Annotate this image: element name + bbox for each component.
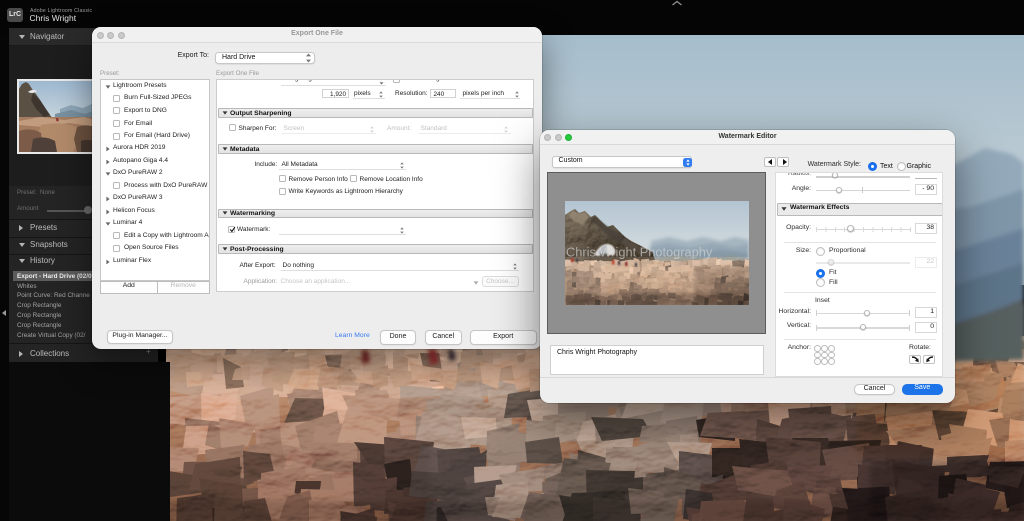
svg-text:Chris Wright Photography: Chris Wright Photography: [566, 245, 713, 260]
